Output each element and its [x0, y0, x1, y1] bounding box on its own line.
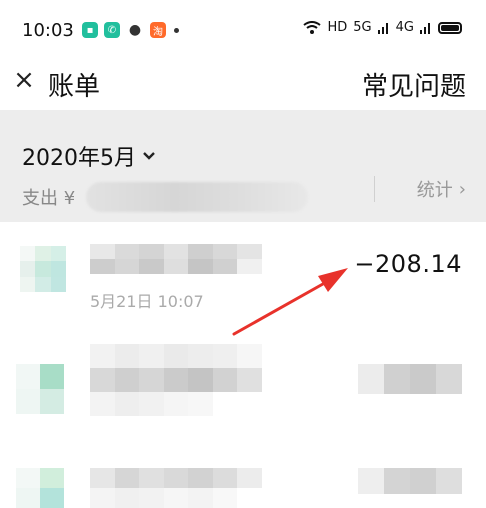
- signal-icon: [377, 22, 388, 34]
- stats-button[interactable]: 统计 ›: [417, 176, 466, 202]
- page-title: 账单: [48, 72, 101, 102]
- merchant-avatar-redacted: [16, 364, 88, 414]
- month-summary: 2020年5月 支出 ¥ 统计 ›: [0, 110, 486, 222]
- merchant-avatar: [20, 246, 66, 292]
- faq-button[interactable]: 常见问题: [362, 66, 466, 103]
- close-button[interactable]: ×: [8, 60, 40, 100]
- battery-icon: [438, 21, 462, 34]
- divider: [374, 176, 375, 202]
- transaction-row[interactable]: 5月21日 10:07 −208.14: [0, 222, 486, 334]
- status-bar: 10:03 ▪ ✆ ● 淘 HD 5G 4G: [0, 0, 486, 60]
- wechat-icon: ●: [128, 22, 142, 38]
- signal-4g-label: 4G: [395, 20, 414, 35]
- merchant-name-redacted: [90, 244, 262, 274]
- taobao-icon: 淘: [150, 22, 166, 38]
- transaction-list: 5月21日 10:07 −208.14: [0, 222, 486, 508]
- month-label: 2020年5月: [22, 146, 136, 171]
- phone-icon: ✆: [104, 22, 120, 38]
- chevron-right-icon: ›: [458, 178, 466, 200]
- app-header: × 账单 常见问题: [0, 60, 486, 106]
- status-time: 10:03: [22, 20, 74, 41]
- merchant-name-redacted: [90, 344, 262, 416]
- signal-5g-label: 5G: [353, 20, 372, 35]
- stats-label: 统计: [416, 180, 453, 201]
- merchant-name-redacted: [90, 468, 262, 508]
- transaction-row[interactable]: [0, 334, 486, 444]
- transaction-amount: −208.14: [354, 250, 462, 278]
- transaction-date: 5月21日 10:07: [90, 292, 204, 311]
- more-notifications-icon: [174, 27, 179, 33]
- wifi-icon: [303, 20, 322, 34]
- notification-icons: ▪ ✆ ● 淘: [82, 22, 179, 38]
- merchant-avatar-redacted: [16, 468, 88, 508]
- amount-redacted: [358, 468, 462, 494]
- transaction-row[interactable]: [0, 444, 486, 508]
- hd-label: HD: [327, 20, 348, 35]
- expense-label: 支出 ¥: [22, 188, 76, 209]
- signal-icon-2: [420, 22, 430, 34]
- chevron-down-icon: [143, 152, 155, 160]
- teal-square-icon: ▪: [82, 22, 98, 38]
- expense-amount-redacted: [86, 182, 308, 212]
- month-selector[interactable]: 2020年5月: [22, 140, 156, 172]
- amount-redacted: [358, 364, 462, 394]
- status-indicators: HD 5G 4G: [303, 20, 462, 35]
